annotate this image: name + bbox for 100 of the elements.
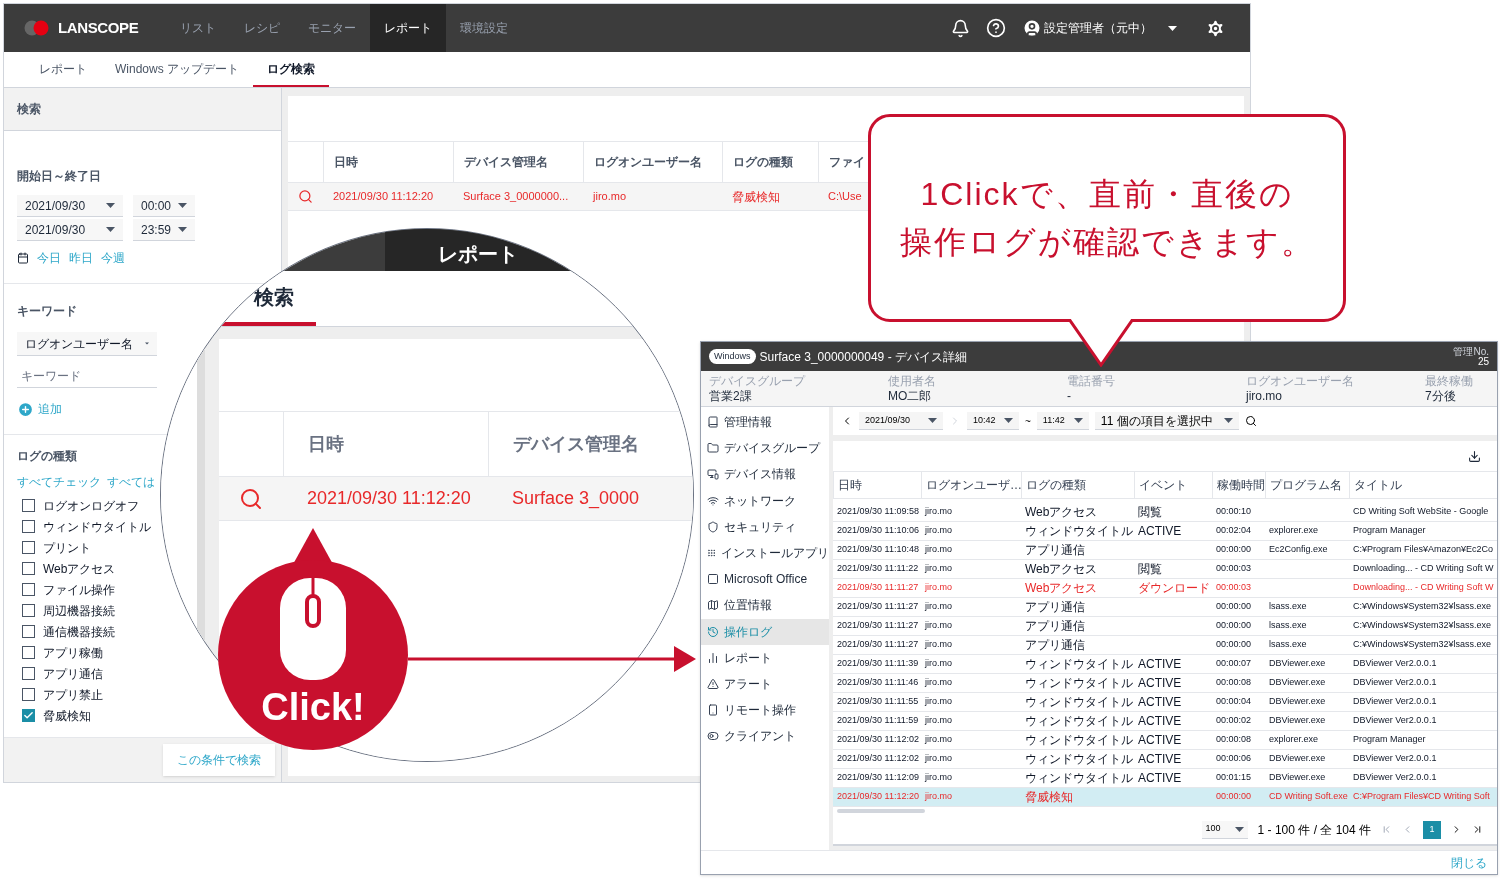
- help-icon[interactable]: [986, 18, 1006, 38]
- sidebar-item[interactable]: インストールアプリ: [701, 539, 829, 567]
- checkbox[interactable]: [22, 646, 35, 659]
- info-value: 営業2課: [709, 388, 753, 404]
- info-value: -: [1067, 388, 1072, 404]
- checkbox[interactable]: [22, 688, 35, 701]
- table-cell: 00:01:15: [1216, 772, 1252, 783]
- search-icon[interactable]: [1244, 415, 1257, 427]
- table-cell: Webアクセス: [1025, 562, 1098, 576]
- sidebar-item[interactable]: リモート操作: [701, 697, 829, 724]
- checkbox[interactable]: [22, 562, 35, 575]
- keyword-input[interactable]: キーワード: [17, 364, 157, 388]
- table-cell: 00:00:00: [1216, 791, 1252, 802]
- table-cell: 2021/09/30 11:11:46: [837, 677, 919, 688]
- table-cell: C:¥Windows¥System32¥lsass.exe: [1353, 601, 1492, 612]
- table-cell: ACTIVE: [1138, 676, 1182, 690]
- table-cell: ウィンドウタイトル: [1025, 657, 1133, 671]
- checkbox[interactable]: [22, 604, 35, 617]
- filter-select[interactable]: 11 個の項目を選択中: [1094, 412, 1239, 430]
- page-range: 1 - 100 件 / 全 104 件: [1257, 821, 1371, 839]
- table-cell: ダウンロード: [1138, 581, 1210, 595]
- square-icon: [707, 573, 719, 586]
- time-select[interactable]: 00:00: [133, 195, 195, 217]
- user-name[interactable]: 設定管理者（元中）: [1044, 19, 1152, 37]
- info-value: MO二郎: [888, 388, 933, 404]
- checkbox[interactable]: [22, 667, 35, 680]
- user-icon[interactable]: [1022, 18, 1042, 38]
- page-button[interactable]: 1: [1423, 820, 1441, 839]
- date-select[interactable]: 2021/09/30: [17, 219, 123, 241]
- table-cell: 00:00:00: [1216, 544, 1252, 555]
- table-cell: 脅威検知: [732, 189, 780, 204]
- checkbox[interactable]: [22, 709, 35, 722]
- checkbox[interactable]: [22, 625, 35, 638]
- table-cell: jiro.mo: [593, 190, 626, 203]
- phone-icon: [707, 704, 719, 717]
- plus-icon: [17, 400, 34, 418]
- last-page-icon[interactable]: [1472, 824, 1483, 835]
- table-cell: 2021/09/30 11:11:27: [837, 582, 919, 593]
- bell-icon[interactable]: [951, 18, 970, 38]
- table-cell: 00:00:04: [1216, 696, 1252, 707]
- table-cell: 脅威検知: [1025, 790, 1073, 804]
- table-cell: lsass.exe: [1269, 601, 1307, 612]
- info-label: デバイスグループ: [709, 373, 807, 389]
- sidebar-item[interactable]: 管理情報: [701, 409, 829, 436]
- sub-tab[interactable]: Windows アップデート: [101, 52, 253, 87]
- date-select[interactable]: 2021/09/30: [17, 195, 123, 217]
- table-cell: 2021/09/30 11:11:55: [837, 696, 919, 707]
- column-header: 稼働時間: [1217, 477, 1265, 494]
- nav-tab[interactable]: レポート: [370, 4, 447, 52]
- table-cell-text: Surface 3_0000: [511, 487, 641, 511]
- sidebar-item[interactable]: ネットワーク: [701, 487, 829, 514]
- sidebar-item[interactable]: デバイスグループ: [701, 435, 829, 462]
- sidebar-item[interactable]: レポート: [701, 644, 829, 671]
- nav-tab[interactable]: リスト: [166, 4, 231, 52]
- table-cell: ACTIVE: [1138, 771, 1182, 785]
- column-header: デバイス管理名: [464, 154, 548, 171]
- sidebar-item[interactable]: デバイス情報: [701, 461, 829, 488]
- column-header: ログの種類: [1026, 477, 1086, 494]
- callout-text: 1Clickで、直前・直後の: [920, 175, 1294, 214]
- history-icon: [707, 625, 719, 638]
- table-cell: ACTIVE: [1138, 657, 1182, 671]
- nav-tab[interactable]: 環境設定: [446, 4, 523, 52]
- checkbox[interactable]: [22, 520, 35, 533]
- table-cell: Surface 3_0000000...: [463, 190, 569, 203]
- table-cell: ウィンドウタイトル: [1025, 771, 1133, 785]
- table-cell: Downloading... - CD Writing Soft W: [1353, 563, 1494, 574]
- time-select[interactable]: 10:42: [967, 412, 1019, 430]
- table-cell: jiro.mo: [925, 772, 952, 783]
- sidebar-item[interactable]: クライアント: [701, 723, 829, 750]
- click-label: Click!: [261, 688, 365, 726]
- table-cell: explorer.exe: [1269, 734, 1319, 745]
- page-size-select[interactable]: 100: [1201, 820, 1248, 839]
- checkbox[interactable]: [22, 541, 35, 554]
- checkbox[interactable]: [22, 499, 35, 512]
- nav-tab[interactable]: レシピ: [230, 4, 295, 52]
- checkbox[interactable]: [22, 583, 35, 596]
- table-cell: ウィンドウタイトル: [1025, 524, 1133, 538]
- download-icon[interactable]: [1468, 449, 1481, 463]
- settings-icon[interactable]: [1205, 17, 1226, 39]
- table-cell: 2021/09/30 11:12:20: [837, 791, 919, 802]
- table-cell: アプリ通信: [1025, 638, 1085, 652]
- table-cell: 00:00:00: [1216, 639, 1252, 650]
- time-select[interactable]: 11:42: [1036, 412, 1089, 430]
- sub-tab[interactable]: レポート: [25, 52, 101, 87]
- table-cell: 00:00:00: [1216, 601, 1252, 612]
- time-select[interactable]: 23:59: [133, 219, 195, 241]
- table-cell: DBViewer.exe: [1269, 696, 1326, 707]
- nav-tab[interactable]: モニター: [294, 4, 371, 52]
- caret-icon: [1004, 418, 1013, 423]
- date-select[interactable]: 2021/09/30: [859, 412, 943, 430]
- sidebar-item[interactable]: Microsoft Office: [701, 566, 829, 593]
- table-cell: DBViewer Ver2.0.0.1: [1353, 753, 1437, 764]
- sidebar-item[interactable]: アラート: [701, 670, 829, 698]
- sidebar-item[interactable]: 位置情報: [701, 592, 829, 619]
- sidebar-item[interactable]: セキュリティ: [701, 513, 829, 540]
- table-cell: DBViewer Ver2.0.0.1: [1353, 658, 1437, 669]
- column-header: イベント: [1139, 477, 1187, 494]
- field-select[interactable]: ログオンユーザー名: [17, 332, 157, 356]
- table-cell: jiro.mo: [925, 639, 952, 650]
- table-cell: 2021/09/30 11:11:22: [837, 563, 919, 574]
